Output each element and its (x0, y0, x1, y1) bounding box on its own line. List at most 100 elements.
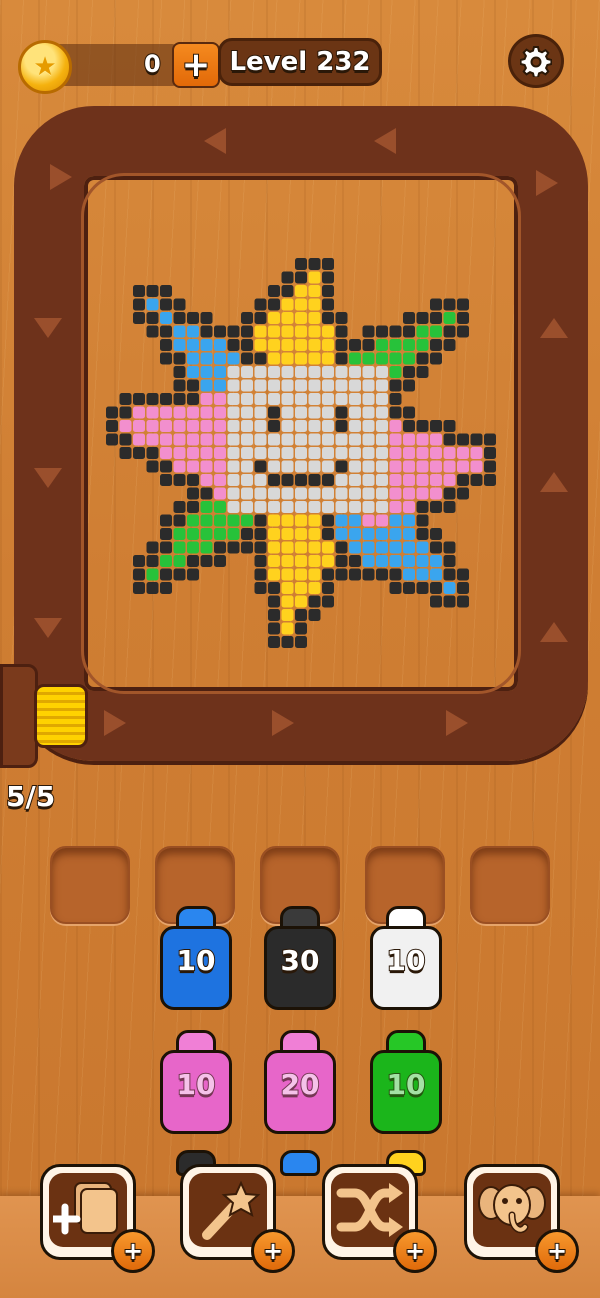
pixel-bead (403, 501, 415, 513)
bottle-blue[interactable]: 10 (160, 906, 232, 1014)
pixel-bead (389, 568, 402, 581)
pixel-bead (268, 487, 280, 500)
pixel-bead (173, 339, 186, 351)
pixel-bead (484, 447, 496, 459)
add-coins-button[interactable]: + (172, 42, 220, 88)
pixel-bead (322, 501, 334, 513)
add-powerup-button[interactable]: + (111, 1229, 155, 1273)
pixel-bead (281, 541, 294, 554)
pixel-bead (308, 285, 321, 297)
pixel-bead (214, 339, 226, 351)
settings-button[interactable] (508, 34, 564, 88)
pixel-bead (443, 501, 456, 513)
pixel-bead (349, 447, 361, 459)
yarn-feeder[interactable] (0, 664, 92, 768)
pixel-bead (187, 541, 199, 554)
bottle-pink[interactable]: 10 (160, 1030, 232, 1138)
pixel-bead (133, 447, 145, 459)
bottle-pink[interactable]: 20 (264, 1030, 336, 1138)
elephant-powerup[interactable]: + (464, 1164, 579, 1273)
pixel-bead (200, 541, 213, 554)
pixel-bead (146, 555, 159, 567)
pixel-bead (281, 582, 294, 594)
belt-arrow-icon (34, 468, 62, 488)
pixel-bead (268, 433, 280, 446)
pixel-bead (160, 339, 172, 351)
pixel-bead (214, 379, 226, 392)
pixel-bead (133, 420, 145, 432)
pixel-bead (457, 595, 469, 608)
pixel-bead (295, 460, 307, 473)
pixel-bead (200, 528, 213, 540)
pixel-bead (416, 528, 429, 540)
pixel-bead (349, 393, 361, 405)
pixel-bead (241, 379, 253, 392)
pixel-bead (430, 420, 442, 432)
pixel-bead (322, 285, 334, 297)
pixel-bead (322, 568, 334, 581)
pixel-bead (335, 460, 348, 473)
bottle-white[interactable]: 10 (370, 906, 442, 1014)
pixel-bead (349, 339, 361, 351)
pixel-bead (362, 568, 375, 581)
pixel-bead (268, 474, 280, 486)
pixel-bead (227, 379, 240, 392)
pixel-bead (430, 312, 442, 324)
pixel-bead (416, 487, 429, 500)
pixel-bead (376, 339, 388, 351)
add-slot-powerup[interactable]: + (40, 1164, 155, 1273)
belt-arrow-icon (540, 472, 568, 492)
pixel-bead (187, 352, 199, 365)
pixel-bead (322, 474, 334, 486)
pixel-bead (173, 555, 186, 567)
pixel-bead (227, 352, 240, 365)
pixel-bead (403, 568, 415, 581)
pixel-bead (281, 352, 294, 365)
pixel-bead (160, 325, 172, 338)
pixel-bead (295, 568, 307, 581)
pixel-bead (227, 487, 240, 500)
pixel-bead (187, 406, 199, 419)
bottle-black[interactable]: 30 (264, 906, 336, 1014)
pixel-bead (281, 636, 294, 648)
empty-slot[interactable] (470, 846, 550, 924)
pixel-bead (146, 298, 159, 311)
pixel-bead (430, 595, 442, 608)
magic-wand-powerup[interactable]: + (180, 1164, 295, 1273)
pixel-bead (254, 406, 267, 419)
empty-slot[interactable] (50, 846, 130, 924)
add-powerup-button[interactable]: + (535, 1229, 579, 1273)
pixel-bead (133, 555, 145, 567)
pixel-bead (187, 460, 199, 473)
pixel-bead (389, 325, 402, 338)
bottle-green[interactable]: 10 (370, 1030, 442, 1138)
magic-wand-icon (202, 1180, 261, 1240)
pixel-bead (254, 528, 267, 540)
add-powerup-button[interactable]: + (393, 1229, 437, 1273)
pixel-bead (335, 528, 348, 540)
pixel-bead (281, 460, 294, 473)
pixel-bead (335, 339, 348, 351)
pixel-bead (322, 258, 334, 270)
pixel-bead (470, 447, 483, 459)
pixel-bead (308, 433, 321, 446)
pixel-bead (416, 366, 429, 378)
pixel-bead (295, 487, 307, 500)
pixel-bead (308, 595, 321, 608)
pixel-bead (281, 622, 294, 635)
pixel-bead (173, 312, 186, 324)
pixel-bead (241, 366, 253, 378)
shuffle-powerup[interactable]: + (322, 1164, 437, 1273)
pixel-bead (416, 312, 429, 324)
pixel-bead (457, 325, 469, 338)
pixel-bead (295, 541, 307, 554)
elephant-icon (478, 1184, 546, 1234)
pixel-bead (389, 447, 402, 459)
pixel-bead (443, 568, 456, 581)
add-powerup-button[interactable]: + (251, 1229, 295, 1273)
pixel-bead (416, 447, 429, 459)
pixel-bead (268, 582, 280, 594)
pixel-bead (281, 393, 294, 405)
pixel-bead (214, 501, 226, 513)
pixel-bead (295, 325, 307, 338)
